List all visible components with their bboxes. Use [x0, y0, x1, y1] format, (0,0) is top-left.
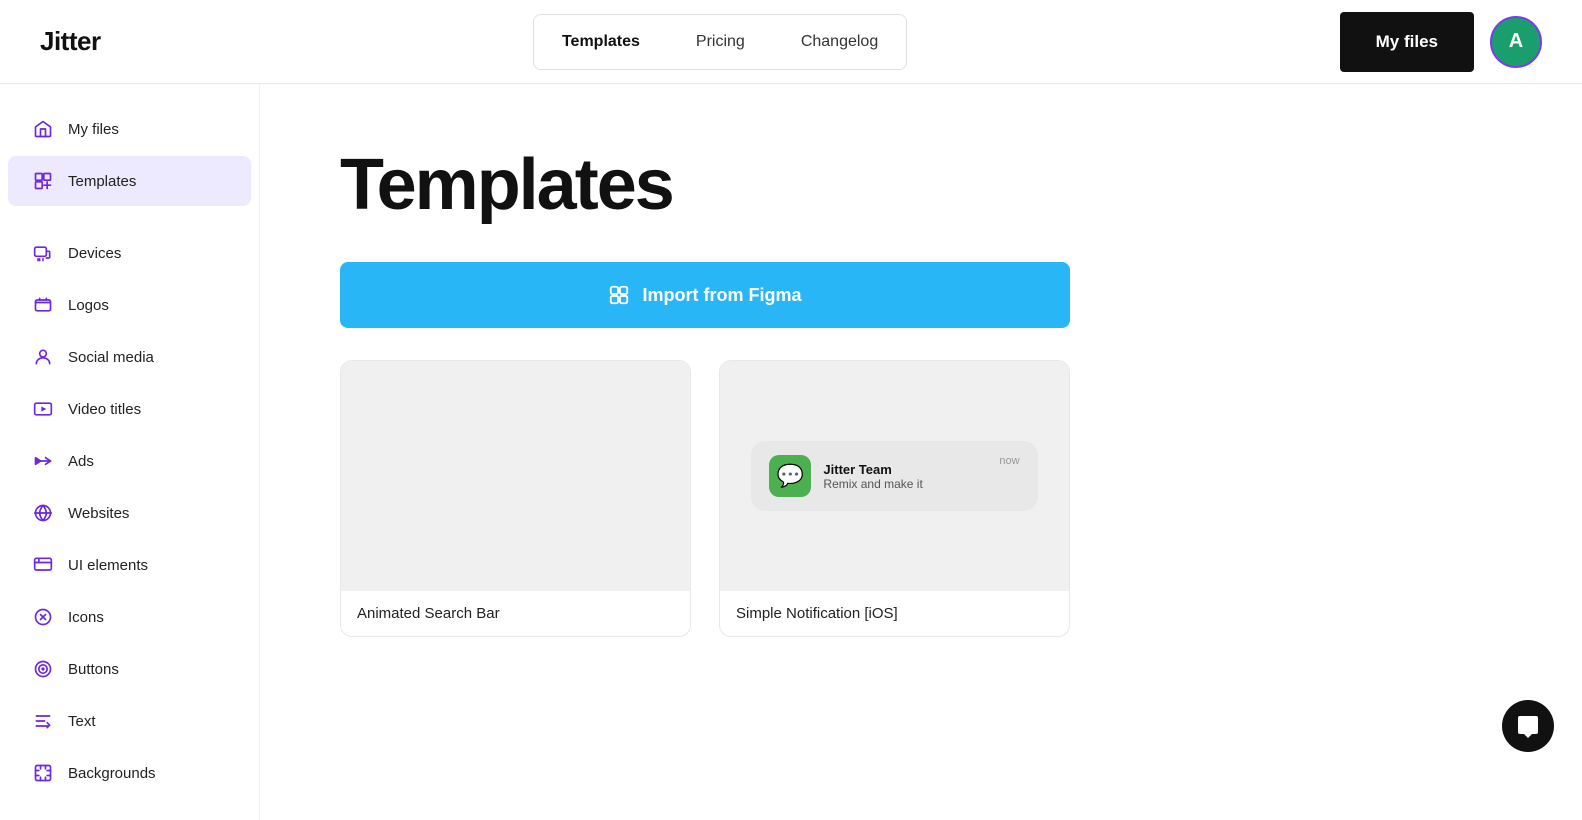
sidebar-item-social-media[interactable]: Social media: [8, 332, 251, 382]
template-card-search-bar[interactable]: Animated Search Bar: [340, 360, 691, 637]
sidebar-label-video-titles: Video titles: [68, 401, 141, 418]
websites-icon: [32, 502, 54, 524]
chat-icon: [1516, 714, 1540, 738]
sidebar-label-backgrounds: Backgrounds: [68, 765, 156, 782]
avatar[interactable]: A: [1490, 16, 1542, 68]
sidebar-label-logos: Logos: [68, 297, 109, 314]
text-icon: [32, 710, 54, 732]
social-media-icon: [32, 346, 54, 368]
card-preview-notification: 💬 Jitter Team Remix and make it now: [720, 361, 1069, 591]
home-icon: [32, 118, 54, 140]
sidebar-label-text: Text: [68, 713, 96, 730]
notif-app-icon: 💬: [769, 455, 811, 497]
sidebar-item-websites[interactable]: Websites: [8, 488, 251, 538]
page-title: Templates: [340, 144, 1502, 226]
chat-bubble-button[interactable]: [1502, 700, 1554, 752]
sidebar-item-video-titles[interactable]: Video titles: [8, 384, 251, 434]
notif-content: Jitter Team Remix and make it: [823, 462, 987, 491]
backgrounds-icon: [32, 762, 54, 784]
ads-icon: [32, 450, 54, 472]
nav-templates[interactable]: Templates: [534, 15, 668, 69]
sidebar: My files Templates: [0, 84, 260, 820]
nav-pricing[interactable]: Pricing: [668, 15, 773, 69]
templates-icon: [32, 170, 54, 192]
notif-time: now: [999, 455, 1019, 467]
sidebar-item-ads[interactable]: Ads: [8, 436, 251, 486]
sidebar-item-devices[interactable]: Devices: [8, 228, 251, 278]
sidebar-label-social-media: Social media: [68, 349, 154, 366]
sidebar-item-ui-elements[interactable]: UI elements: [8, 540, 251, 590]
sidebar-item-icons[interactable]: Icons: [8, 592, 251, 642]
header: Jitter Templates Pricing Changelog My fi…: [0, 0, 1582, 84]
sidebar-label-ads: Ads: [68, 453, 94, 470]
sidebar-label-websites: Websites: [68, 505, 129, 522]
logos-icon: [32, 294, 54, 316]
header-nav: Templates Pricing Changelog: [533, 14, 907, 70]
sidebar-label-icons: Icons: [68, 609, 104, 626]
card-preview-search-bar: [341, 361, 690, 591]
template-card-notification[interactable]: 💬 Jitter Team Remix and make it now Simp…: [719, 360, 1070, 637]
sidebar-label-my-files: My files: [68, 121, 119, 138]
buttons-icon: [32, 658, 54, 680]
logo: Jitter: [40, 26, 101, 57]
sidebar-item-templates[interactable]: Templates: [8, 156, 251, 206]
notif-title: Jitter Team: [823, 462, 987, 477]
sidebar-label-templates: Templates: [68, 173, 136, 190]
video-titles-icon: [32, 398, 54, 420]
figma-icon: [608, 284, 630, 306]
my-files-button[interactable]: My files: [1340, 12, 1474, 72]
sidebar-item-my-files[interactable]: My files: [8, 104, 251, 154]
import-from-figma-button[interactable]: Import from Figma: [340, 262, 1070, 328]
header-right: My files A: [1340, 12, 1542, 72]
card-label-search-bar: Animated Search Bar: [341, 591, 690, 636]
main-content: Templates Import from Figma Animated Sea…: [260, 84, 1582, 820]
sidebar-item-logos[interactable]: Logos: [8, 280, 251, 330]
icons-icon: [32, 606, 54, 628]
import-button-label: Import from Figma: [642, 285, 801, 306]
sidebar-label-buttons: Buttons: [68, 661, 119, 678]
card-label-notification: Simple Notification [iOS]: [720, 591, 1069, 636]
sidebar-label-ui-elements: UI elements: [68, 557, 148, 574]
sidebar-item-backgrounds[interactable]: Backgrounds: [8, 748, 251, 798]
notification-mockup: 💬 Jitter Team Remix and make it now: [751, 441, 1037, 511]
devices-icon: [32, 242, 54, 264]
sidebar-item-buttons[interactable]: Buttons: [8, 644, 251, 694]
layout: My files Templates: [0, 84, 1582, 820]
template-cards-row: Animated Search Bar 💬 Jitter Team Remix …: [340, 360, 1070, 637]
notif-text: Remix and make it: [823, 477, 987, 491]
nav-changelog[interactable]: Changelog: [773, 15, 906, 69]
sidebar-label-devices: Devices: [68, 245, 121, 262]
sidebar-item-text[interactable]: Text: [8, 696, 251, 746]
ui-elements-icon: [32, 554, 54, 576]
